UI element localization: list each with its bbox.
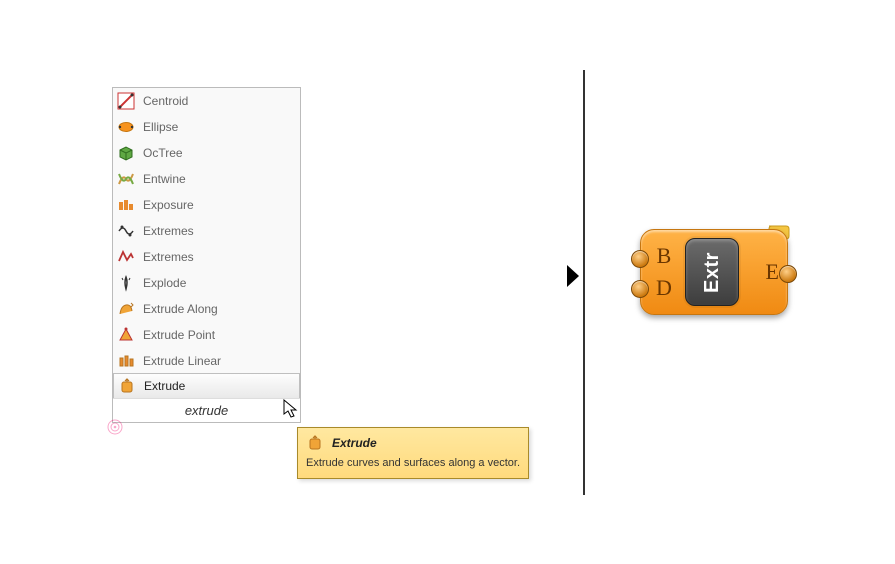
- output-grip-e[interactable]: [779, 265, 797, 283]
- menu-item-extremes-1[interactable]: Extremes: [113, 218, 300, 244]
- component-body[interactable]: Extr: [685, 238, 739, 306]
- menu-item-extrude-linear[interactable]: Extrude Linear: [113, 348, 300, 374]
- input-label-b: B: [649, 243, 679, 269]
- explode-icon: [117, 274, 135, 292]
- input-ports: B D: [649, 230, 679, 314]
- centroid-icon: [117, 92, 135, 110]
- menu-item-label: Entwine: [143, 172, 186, 186]
- menu-item-extrude-point[interactable]: Extrude Point: [113, 322, 300, 348]
- menu-item-label: Centroid: [143, 94, 188, 108]
- menu-item-entwine[interactable]: Entwine: [113, 166, 300, 192]
- input-label-d: D: [649, 275, 679, 301]
- menu-item-label: Extrude Linear: [143, 354, 221, 368]
- menu-item-extremes-2[interactable]: Extremes: [113, 244, 300, 270]
- menu-item-explode[interactable]: Explode: [113, 270, 300, 296]
- menu-item-label: Extrude Along: [143, 302, 218, 316]
- arrow-icon: [565, 263, 581, 294]
- menu-item-label: Extremes: [143, 250, 194, 264]
- menu-item-exposure[interactable]: Exposure: [113, 192, 300, 218]
- extrude-icon: [306, 434, 324, 452]
- extrude-along-icon: [117, 300, 135, 318]
- extrude-point-icon: [117, 326, 135, 344]
- search-row: [113, 398, 300, 422]
- menu-item-centroid[interactable]: Centroid: [113, 88, 300, 114]
- autocomplete-menu: Centroid Ellipse OcTree Entwine Exposure…: [112, 87, 301, 423]
- extrude-icon: [118, 377, 136, 395]
- tooltip-title: Extrude: [332, 436, 377, 450]
- output-label-e: E: [766, 259, 779, 285]
- input-grip-d[interactable]: [631, 280, 649, 298]
- tooltip: Extrude Extrude curves and surfaces alon…: [297, 427, 529, 479]
- target-icon: [106, 418, 124, 436]
- menu-item-extrude-along[interactable]: Extrude Along: [113, 296, 300, 322]
- ellipse-icon: [117, 118, 135, 136]
- tooltip-desc: Extrude curves and surfaces along a vect…: [306, 456, 520, 470]
- menu-item-label: Ellipse: [143, 120, 178, 134]
- menu-item-label: Extremes: [143, 224, 194, 238]
- extrude-linear-icon: [117, 352, 135, 370]
- component-name: Extr: [701, 252, 724, 293]
- extremes-icon: [117, 248, 135, 266]
- extremes-icon: [117, 222, 135, 240]
- octree-icon: [117, 144, 135, 162]
- entwine-icon: [117, 170, 135, 188]
- menu-item-label: Exposure: [143, 198, 194, 212]
- menu-item-extrude[interactable]: Extrude: [113, 373, 300, 399]
- output-ports: E: [749, 230, 779, 314]
- menu-item-ellipse[interactable]: Ellipse: [113, 114, 300, 140]
- menu-item-label: Extrude Point: [143, 328, 215, 342]
- exposure-icon: [117, 196, 135, 214]
- component-extrude[interactable]: B D Extr E: [640, 229, 788, 315]
- search-input[interactable]: [113, 403, 300, 418]
- menu-item-octree[interactable]: OcTree: [113, 140, 300, 166]
- component-wrapper: B D Extr E: [640, 229, 788, 315]
- menu-item-label: Explode: [143, 276, 186, 290]
- divider: [583, 70, 585, 495]
- menu-item-label: OcTree: [143, 146, 183, 160]
- input-grip-b[interactable]: [631, 250, 649, 268]
- menu-item-label: Extrude: [144, 379, 185, 393]
